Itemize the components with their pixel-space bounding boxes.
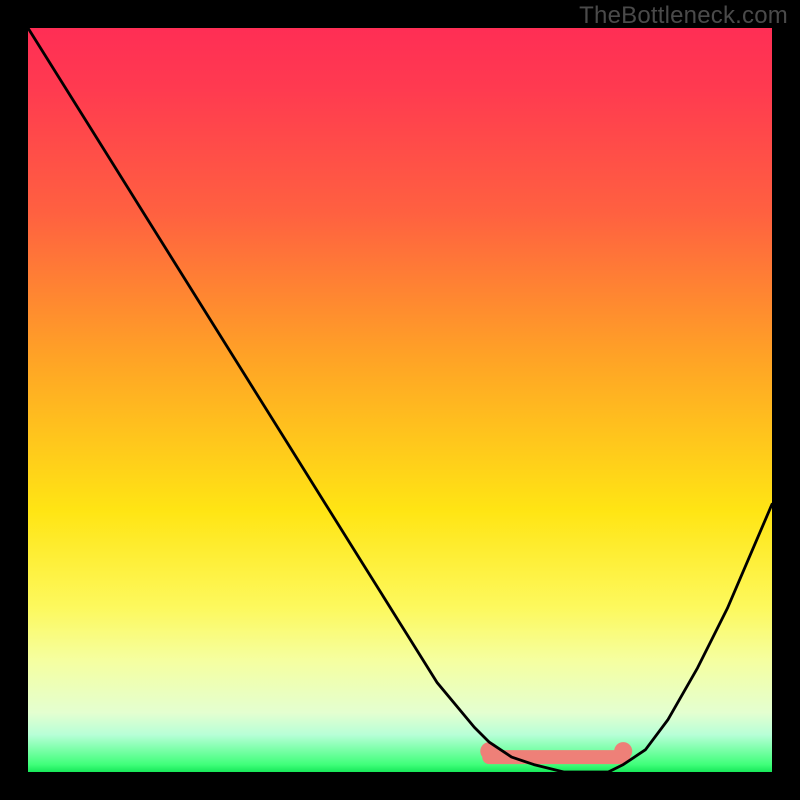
chart-frame: TheBottleneck.com xyxy=(0,0,800,800)
bottleneck-curve xyxy=(28,28,772,772)
watermark-text: TheBottleneck.com xyxy=(579,2,788,30)
plot-area xyxy=(28,28,772,772)
curve-svg xyxy=(28,28,772,772)
